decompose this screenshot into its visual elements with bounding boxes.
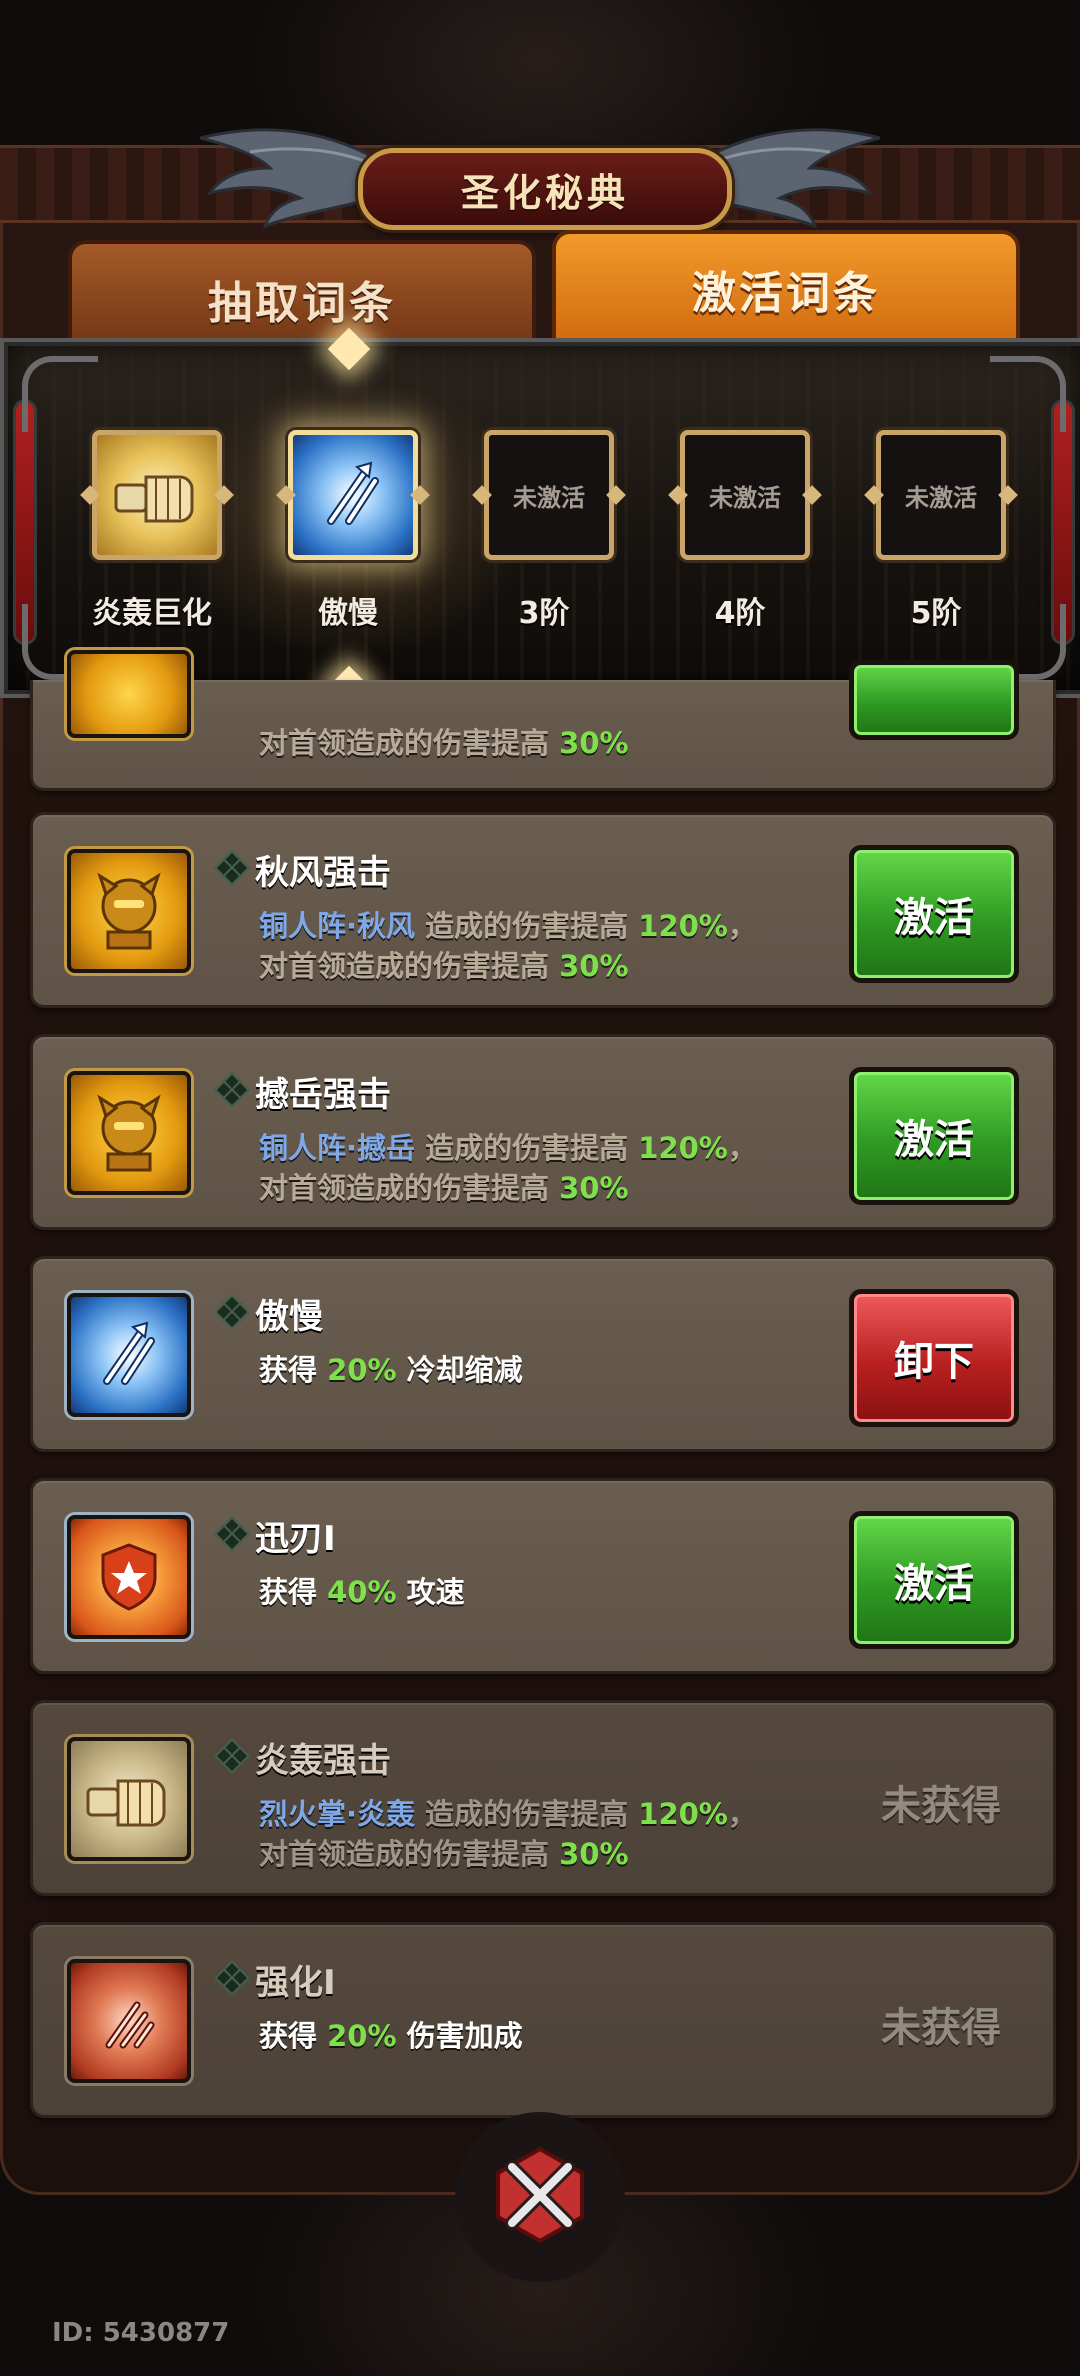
close-icon xyxy=(496,2146,584,2244)
affix-desc-line1: 铜人阵·撼岳 造成的伤害提高 120%， xyxy=(259,1131,757,1165)
golden-monkey-icon xyxy=(67,1071,191,1195)
tab-activate-affix[interactable]: 激活词条 xyxy=(552,230,1020,348)
corner-ornament xyxy=(990,356,1066,432)
slot-1-label: 炎轰巨化 xyxy=(92,596,212,631)
slot-5-label: 5阶 xyxy=(910,596,962,631)
bullet-diamond-icon xyxy=(214,1960,250,1996)
affix-title: 傲慢 xyxy=(255,1297,323,1337)
affix-desc-line1: 烈火掌·炎轰 造成的伤害提高 120%， xyxy=(259,1797,757,1831)
bullet-diamond-icon xyxy=(214,1072,250,1108)
fist-icon xyxy=(114,475,194,523)
slot-3-label: 3阶 xyxy=(518,596,570,631)
red-burst-icon xyxy=(67,1959,191,2083)
affix-desc-line2: 对首领造成的伤害提高 30% xyxy=(259,726,629,760)
affix-title: 强化I xyxy=(255,1963,336,2003)
blue-burst-icon xyxy=(327,461,379,525)
affix-card: 迅刃I 获得 40% 攻速 激活 xyxy=(30,1478,1056,1674)
equipped-slots-panel: 炎轰巨化 傲慢 未激活 3阶 未激活 4阶 未激活 5阶 xyxy=(0,327,1080,709)
slot-1[interactable] xyxy=(92,430,222,560)
activate-button[interactable] xyxy=(849,660,1019,740)
slot-4-empty-text: 未激活 xyxy=(709,483,781,512)
slot-5-empty-text: 未激活 xyxy=(905,483,977,512)
affix-card: 撼岳强击 铜人阵·撼岳 造成的伤害提高 120%， 对首领造成的伤害提高 30%… xyxy=(30,1034,1056,1230)
golden-monkey-icon xyxy=(67,849,191,973)
star-shield-icon xyxy=(67,1515,191,1639)
activate-button[interactable]: 激活 xyxy=(849,1511,1019,1649)
activate-button[interactable]: 激活 xyxy=(849,845,1019,983)
bullet-diamond-icon xyxy=(214,1516,250,1552)
affix-desc-line2: 对首领造成的伤害提高 30% xyxy=(259,1171,629,1205)
player-id: ID: 5430877 xyxy=(52,2318,230,2348)
page-title: 圣化秘典 xyxy=(460,170,629,215)
unequip-button[interactable]: 卸下 xyxy=(849,1289,1019,1427)
affix-title: 秋风强击 xyxy=(255,853,391,893)
slot-3-empty-text: 未激活 xyxy=(513,483,585,512)
slot-4[interactable]: 未激活 xyxy=(680,430,810,560)
corner-ornament xyxy=(22,356,98,432)
left-wing-icon xyxy=(200,128,377,228)
affix-title: 炎轰强击 xyxy=(255,1741,391,1781)
blue-burst-icon xyxy=(67,1293,191,1417)
affix-desc-line1: 获得 20% 冷却缩减 xyxy=(259,1353,523,1387)
title-banner: 圣化秘典 xyxy=(358,148,732,230)
affix-card: 对首领造成的伤害提高 30% xyxy=(30,650,1056,791)
affix-card: 炎轰强击 烈火掌·炎轰 造成的伤害提高 120%， 对首领造成的伤害提高 30%… xyxy=(30,1700,1056,1896)
affix-card: 强化I 获得 20% 伤害加成 未获得 xyxy=(30,1922,1056,2118)
bullet-diamond-icon xyxy=(214,1294,250,1330)
affix-desc-line1: 获得 20% 伤害加成 xyxy=(259,2019,523,2053)
affix-card: 秋风强击 铜人阵·秋风 造成的伤害提高 120%， 对首领造成的伤害提高 30%… xyxy=(30,812,1056,1008)
slot-5[interactable]: 未激活 xyxy=(876,430,1006,560)
fire-monkey-icon xyxy=(67,650,191,738)
affix-desc-line1: 铜人阵·秋风 造成的伤害提高 120%， xyxy=(259,909,757,943)
slot-2-label: 傲慢 xyxy=(318,596,378,631)
close-button[interactable] xyxy=(490,2145,590,2245)
affix-desc-line2: 对首领造成的伤害提高 30% xyxy=(259,949,629,983)
affix-desc-line2: 对首领造成的伤害提高 30% xyxy=(259,1837,629,1871)
affix-title: 迅刃I xyxy=(255,1519,336,1559)
bullet-diamond-icon xyxy=(214,1738,250,1774)
fist-icon xyxy=(67,1737,191,1861)
not-obtained-label: 未获得 xyxy=(881,2005,1001,2051)
activate-button[interactable]: 激活 xyxy=(849,1067,1019,1205)
slot-3[interactable]: 未激活 xyxy=(484,430,614,560)
affix-desc-line1: 获得 40% 攻速 xyxy=(259,1575,465,1609)
slot-4-label: 4阶 xyxy=(714,596,766,631)
not-obtained-label: 未获得 xyxy=(881,1783,1001,1829)
affix-card: 傲慢 获得 20% 冷却缩减 卸下 xyxy=(30,1256,1056,1452)
affix-title: 撼岳强击 xyxy=(255,1075,391,1115)
slot-2[interactable] xyxy=(288,430,418,560)
bullet-diamond-icon xyxy=(214,850,250,886)
